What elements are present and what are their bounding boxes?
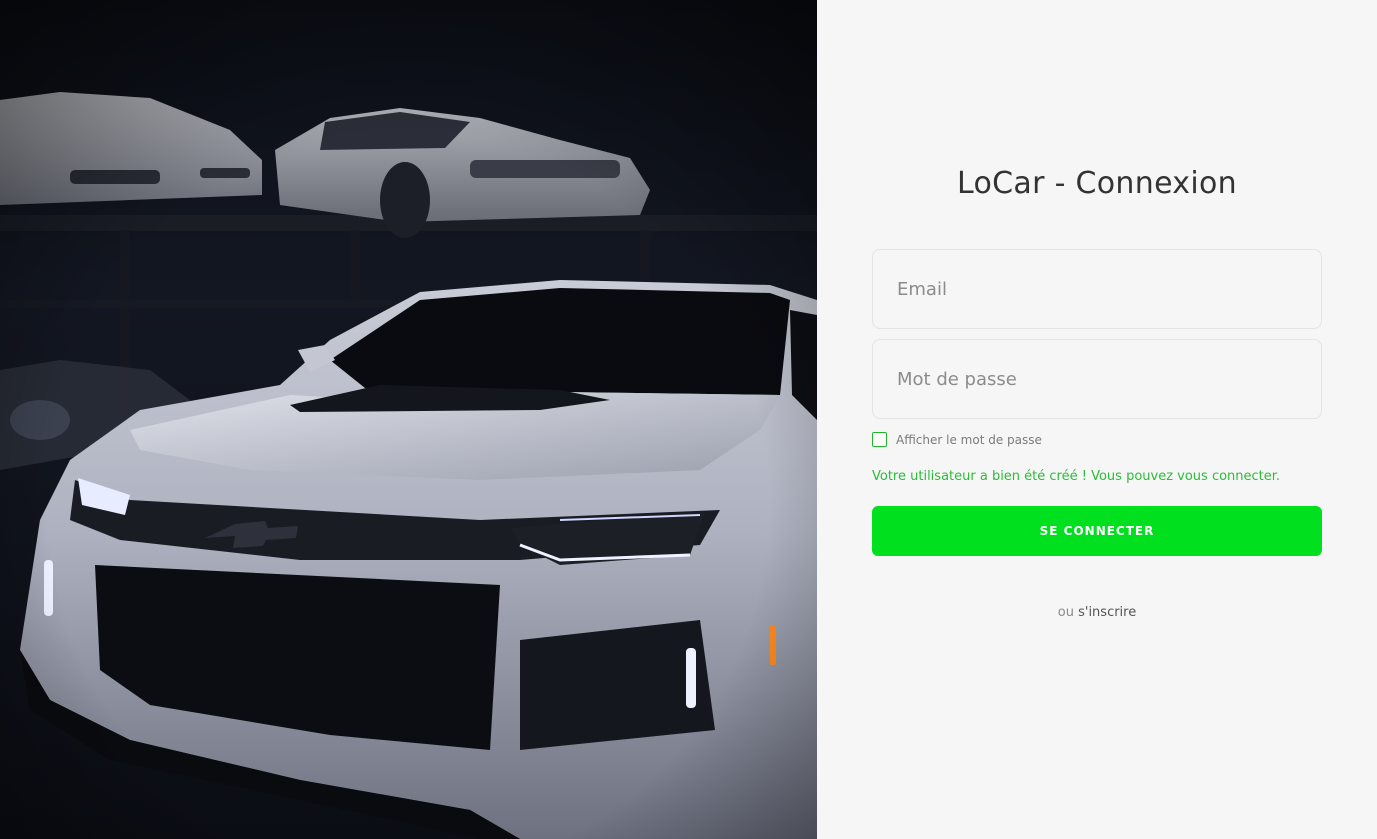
- page-title: LoCar - Connexion: [957, 166, 1237, 201]
- success-message: Votre utilisateur a bien été créé ! Vous…: [872, 469, 1281, 484]
- login-page: LoCar - Connexion Afficher le mot de pas…: [0, 0, 1377, 839]
- show-password-toggle[interactable]: Afficher le mot de passe: [872, 432, 1042, 447]
- register-prompt: ou s'inscrire: [817, 605, 1377, 620]
- email-field-wrapper: [872, 249, 1322, 329]
- car-illustration: [0, 0, 817, 839]
- password-field-wrapper: [872, 339, 1322, 419]
- email-input[interactable]: [873, 250, 1321, 328]
- show-password-checkbox[interactable]: [872, 432, 887, 447]
- register-link[interactable]: s'inscrire: [1078, 605, 1136, 620]
- show-password-label: Afficher le mot de passe: [896, 432, 1042, 447]
- hero-car-image: [0, 0, 817, 839]
- login-panel: LoCar - Connexion Afficher le mot de pas…: [817, 0, 1377, 839]
- login-button[interactable]: SE CONNECTER: [872, 506, 1322, 556]
- password-input[interactable]: [873, 340, 1321, 418]
- register-prefix: ou: [1057, 605, 1074, 620]
